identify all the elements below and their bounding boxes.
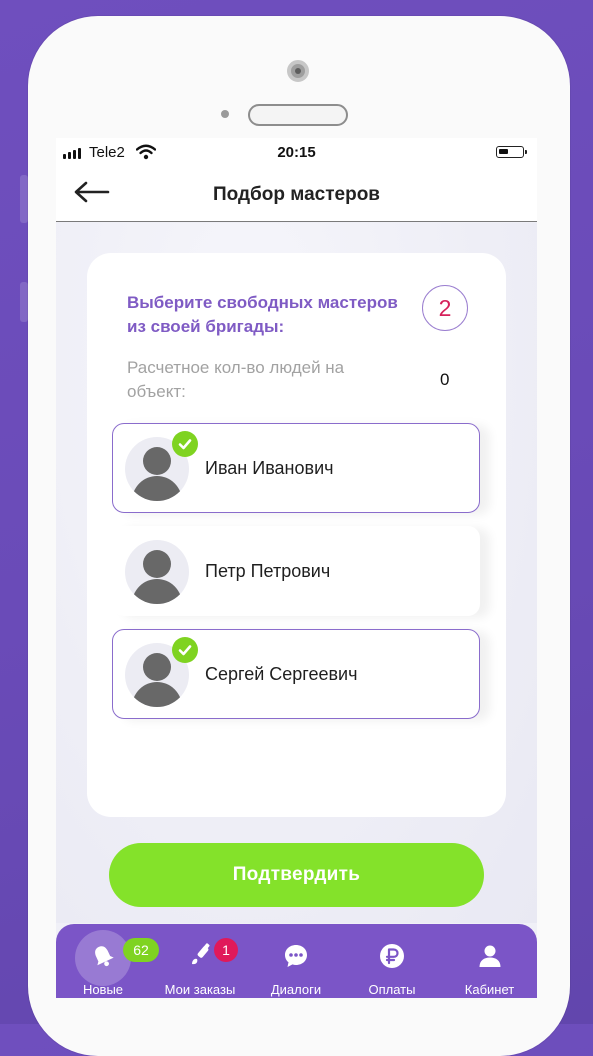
master-row-petr[interactable]: Петр Петрович (112, 526, 480, 616)
bell-icon (95, 946, 114, 967)
status-bar: Tele2 20:15 (56, 138, 537, 168)
proximity-sensor (221, 110, 229, 118)
estimate-value: 0 (440, 370, 450, 389)
nav-bar: Подбор мастеров (56, 168, 537, 222)
ruble-icon (380, 944, 404, 968)
master-row-ivan[interactable]: Иван Иванович (112, 423, 480, 513)
tab-label: Мои заказы (164, 982, 236, 997)
checkmark-icon (172, 637, 198, 663)
page-title: Подбор мастеров (212, 184, 380, 205)
tab-label: Новые (82, 982, 124, 997)
checkmark-icon (172, 431, 198, 457)
tab-label: Оплаты (368, 982, 416, 997)
phone-side-button (20, 175, 28, 223)
phone-side-button (20, 282, 28, 322)
tab-cabinet[interactable]: Кабинет (442, 924, 537, 998)
earpiece-speaker (248, 104, 348, 126)
master-name: Иван Иванович (205, 458, 334, 478)
tab-dialogs[interactable]: Диалоги (250, 924, 342, 998)
master-row-sergey[interactable]: Сергей Сергеевич (112, 629, 480, 719)
tab-payments[interactable]: Оплаты (342, 924, 442, 998)
masters-selection-card: Выберите свободных мастеров из своей бри… (87, 253, 506, 817)
tab-label: Кабинет (464, 982, 515, 997)
confirm-button[interactable]: Подтвердить (109, 843, 484, 907)
tab-new[interactable]: Новые 62 (56, 924, 159, 998)
brush-icon (192, 943, 210, 965)
tab-label: Диалоги (270, 982, 322, 997)
instruction-text: Выберите свободных мастеров из своей бри… (127, 293, 398, 336)
tab-my-orders[interactable]: Мои заказы 1 (150, 924, 250, 998)
chat-icon (285, 945, 307, 967)
master-name: Петр Петрович (205, 561, 331, 581)
orders-count-badge: 1 (214, 938, 238, 962)
battery-icon (496, 146, 527, 158)
content-area: Выберите свободных мастеров из своей бри… (56, 223, 537, 923)
master-name: Сергей Сергеевич (205, 664, 358, 684)
person-icon (479, 945, 500, 967)
front-camera (287, 60, 309, 82)
selected-count-badge: 2 (422, 285, 468, 331)
bottom-tab-bar: Новые 62 Мои заказы 1 Диалоги Оплаты Каб… (56, 924, 537, 998)
avatar-placeholder-icon (125, 540, 189, 604)
estimate-label: Расчетное кол-во людей на объект: (127, 358, 345, 401)
status-time: 20:15 (277, 144, 316, 161)
app-screen: Tele2 20:15 Подбор мастеров Выберите сво… (56, 138, 537, 998)
